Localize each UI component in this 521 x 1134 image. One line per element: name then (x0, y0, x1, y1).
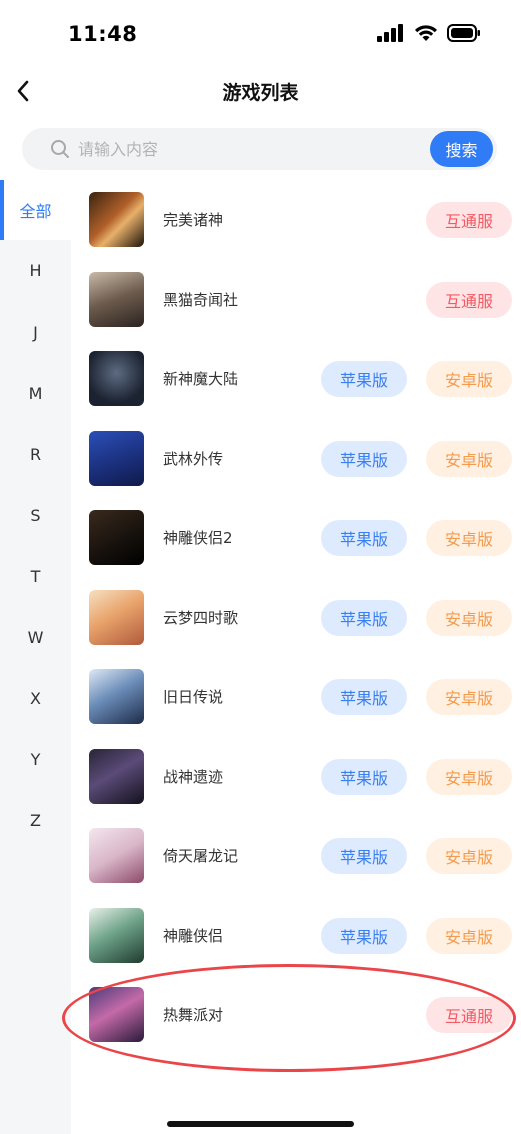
page-title: 游戏列表 (222, 82, 299, 104)
sidebar-item-m[interactable]: M (0, 363, 71, 423)
status-time: 11:48 (68, 22, 138, 46)
portrait-game-icon (89, 749, 144, 804)
list-item[interactable]: 旧日传说 苹果版 安卓版 (71, 657, 521, 737)
android-version-button[interactable]: 安卓版 (426, 838, 512, 874)
game-name: 云梦四时歌 (163, 609, 239, 627)
sidebar-item-t[interactable]: T (0, 546, 71, 606)
nav-bar: 游戏列表 (0, 66, 521, 118)
status-bar: 11:48 (0, 0, 521, 66)
sidebar-item-x[interactable]: X (0, 668, 71, 728)
calligraphy-game-icon (89, 828, 144, 883)
game-name: 黑猫奇闻社 (163, 291, 239, 309)
sidebar-item-y[interactable]: Y (0, 729, 71, 789)
status-icons (377, 24, 481, 42)
sidebar-item-r[interactable]: R (0, 424, 71, 484)
sidebar-item-w[interactable]: W (0, 607, 71, 667)
list-item[interactable]: 新神魔大陆 苹果版 安卓版 (71, 339, 521, 419)
search-icon (51, 140, 69, 158)
list-item[interactable]: 神雕侠侣2 苹果版 安卓版 (71, 498, 521, 578)
android-version-button[interactable]: 安卓版 (426, 520, 512, 556)
signal-icon (377, 24, 403, 42)
game-name: 倚天屠龙记 (163, 847, 239, 865)
logo-game-icon (89, 351, 144, 406)
battery-icon (447, 24, 480, 42)
android-version-button[interactable]: 安卓版 (426, 600, 512, 636)
list-item[interactable]: 战神遗迹 苹果版 安卓版 (71, 737, 521, 817)
game-name: 新神魔大陆 (163, 370, 239, 388)
ios-version-button[interactable]: 苹果版 (321, 838, 407, 874)
sidebar-item-j[interactable]: J (0, 302, 71, 362)
game-name: 武林外传 (163, 450, 224, 468)
android-version-button[interactable]: 安卓版 (426, 918, 512, 954)
ios-version-button[interactable]: 苹果版 (321, 520, 407, 556)
tiger-game-icon (89, 192, 144, 247)
ios-version-button[interactable]: 苹果版 (321, 600, 407, 636)
android-version-button[interactable]: 安卓版 (426, 759, 512, 795)
list-item[interactable]: 云梦四时歌 苹果版 安卓版 (71, 578, 521, 658)
game-name: 旧日传说 (163, 688, 224, 706)
list-item[interactable]: 武林外传 苹果版 安卓版 (71, 419, 521, 499)
highlight-ellipse (62, 964, 516, 1072)
ios-version-button[interactable]: 苹果版 (321, 918, 407, 954)
cross-server-button[interactable]: 互通服 (426, 282, 512, 318)
portrait-game-icon (89, 272, 144, 327)
ios-version-button[interactable]: 苹果版 (321, 759, 407, 795)
android-version-button[interactable]: 安卓版 (426, 361, 512, 397)
sidebar-item-z[interactable]: Z (0, 790, 71, 850)
list-item[interactable]: 完美诸神 互通服 (71, 180, 521, 260)
letter-sidebar: 全部 H J M R S T W X Y Z (0, 180, 71, 1134)
game-name: 神雕侠侣 (163, 927, 224, 945)
calligraphy-game-icon (89, 510, 144, 565)
portrait-game-icon (89, 669, 144, 724)
ios-version-button[interactable]: 苹果版 (321, 679, 407, 715)
list-item[interactable]: 倚天屠龙记 苹果版 安卓版 (71, 816, 521, 896)
search-bar: 搜索 (22, 128, 497, 170)
wifi-icon (415, 25, 437, 41)
sidebar-item-h[interactable]: H (0, 240, 71, 300)
portrait-game-icon (89, 590, 144, 645)
ios-version-button[interactable]: 苹果版 (321, 361, 407, 397)
sidebar-item-all[interactable]: 全部 (0, 180, 71, 240)
list-item[interactable]: 黑猫奇闻社 互通服 (71, 260, 521, 340)
portrait-game-icon (89, 908, 144, 963)
logo-game-icon (89, 431, 144, 486)
ios-version-button[interactable]: 苹果版 (321, 441, 407, 477)
home-indicator (167, 1121, 354, 1127)
game-name: 战神遗迹 (163, 768, 224, 786)
game-name: 神雕侠侣2 (163, 529, 233, 547)
android-version-button[interactable]: 安卓版 (426, 441, 512, 477)
sidebar-item-s[interactable]: S (0, 485, 71, 545)
game-name: 完美诸神 (163, 211, 224, 229)
search-input[interactable] (78, 128, 418, 170)
cross-server-button[interactable]: 互通服 (426, 202, 512, 238)
search-button[interactable]: 搜索 (430, 131, 493, 167)
android-version-button[interactable]: 安卓版 (426, 679, 512, 715)
